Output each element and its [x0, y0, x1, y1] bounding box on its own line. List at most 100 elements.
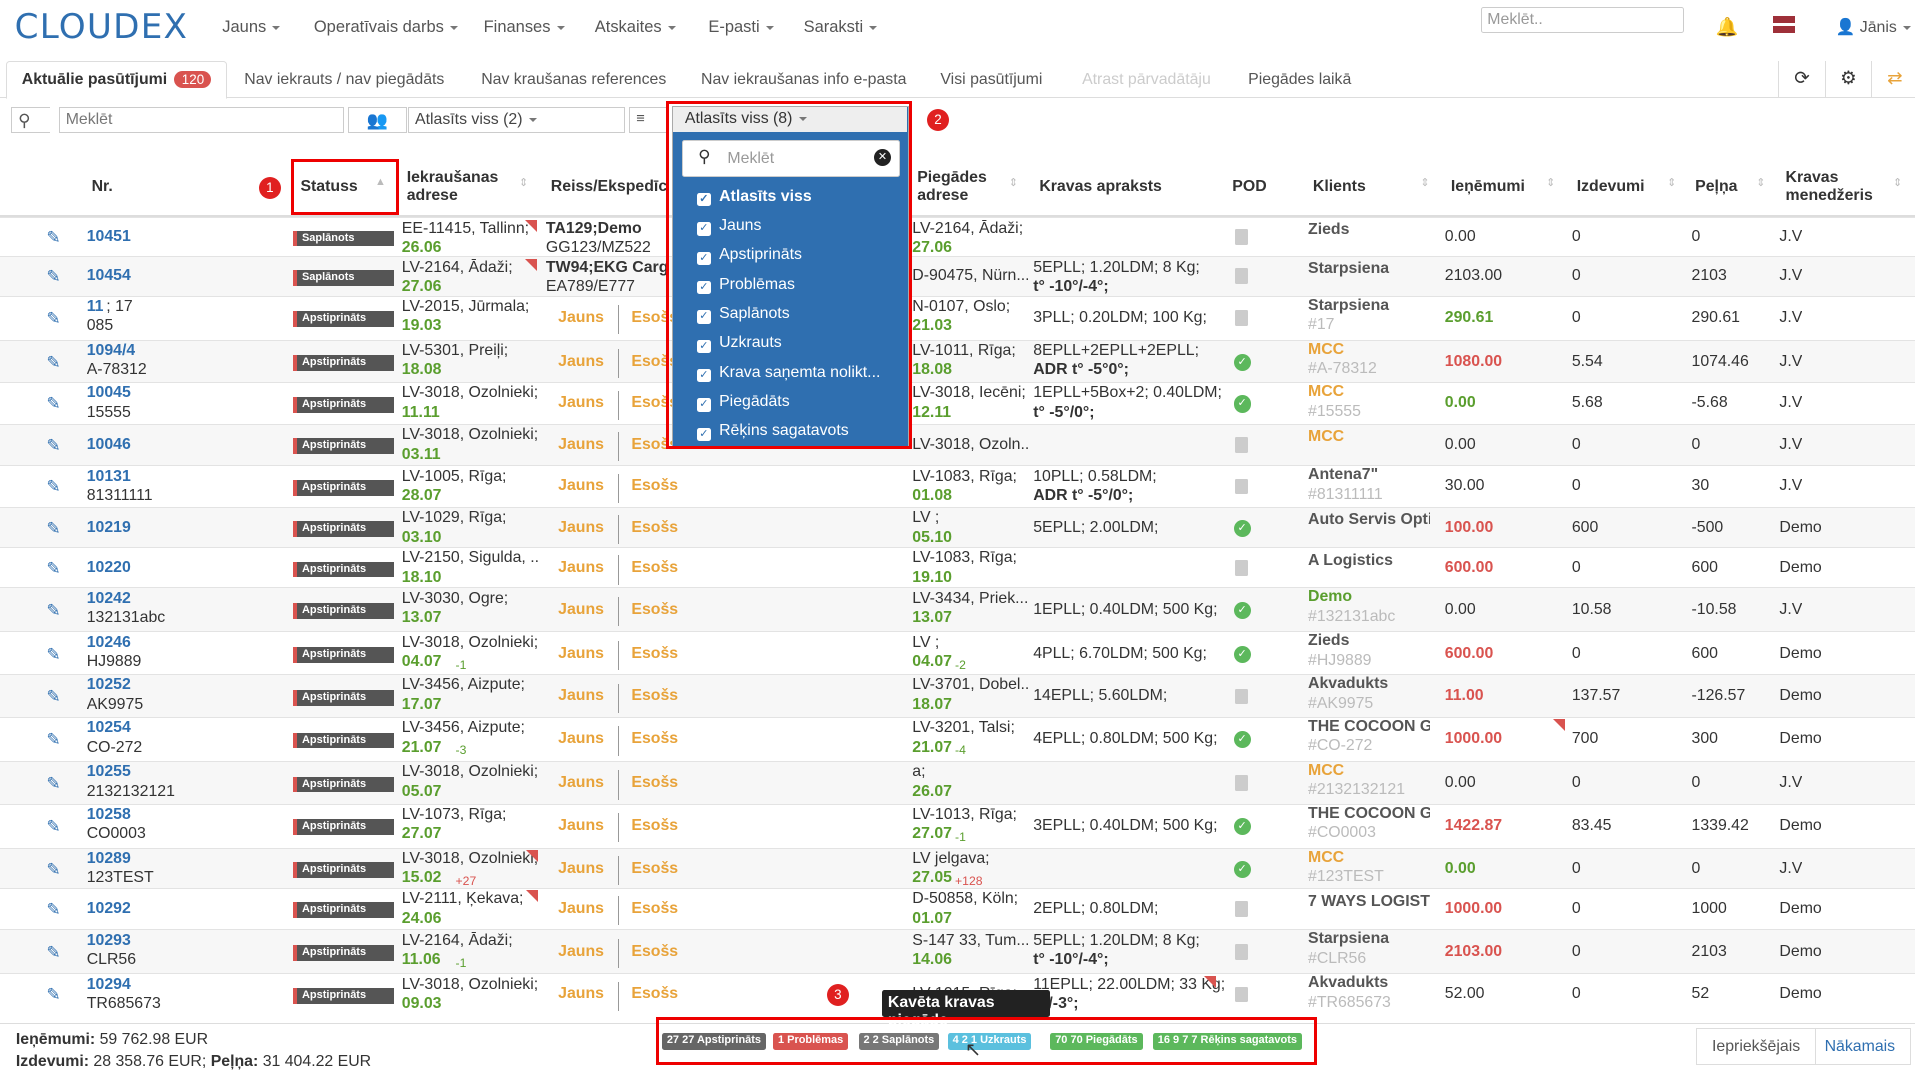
edit-icon[interactable]: ✎ [46, 730, 60, 750]
check-circle-icon[interactable]: ✓ [1233, 395, 1251, 413]
table-row[interactable]: ✎ 10289 123TEST Apstiprināts LV-3018, Ozolni… [0, 847, 1915, 888]
sort-icon[interactable]: ⇕ [1009, 176, 1018, 189]
client-name[interactable]: MCC [1308, 849, 1430, 867]
table-row[interactable]: ✎ 10246 HJ9889 Apstiprināts LV-3018, Ozolnie… [0, 631, 1915, 674]
comment-flag-icon[interactable] [525, 258, 538, 271]
trip-new-link[interactable]: Jauns [558, 687, 604, 705]
document-icon[interactable] [1234, 229, 1249, 246]
edit-icon[interactable]: ✎ [46, 601, 60, 621]
check-circle-icon[interactable]: ✓ [1233, 731, 1251, 749]
sort-icon[interactable]: ⇕ [1546, 176, 1555, 189]
order-number[interactable]: 10289 [87, 850, 131, 868]
edit-icon[interactable]: ✎ [46, 687, 60, 707]
trip-existing-link[interactable]: Esošs [631, 774, 678, 792]
refresh-icon[interactable]: ⟳ [1778, 61, 1824, 98]
trip-new-link[interactable]: Jauns [558, 900, 604, 918]
trip-existing-link[interactable]: Esošs [631, 985, 678, 1003]
check-circle-icon[interactable]: ✓ [1233, 520, 1251, 538]
menu-saraksti[interactable]: Saraksti [804, 18, 878, 37]
comment-flag-icon[interactable] [526, 890, 539, 902]
document-icon[interactable] [1234, 478, 1249, 495]
table-row[interactable]: ✎ 10454 Saplānots LV-2164, Ādaži; 27.06 TW94;… [0, 256, 1915, 296]
users-select[interactable]: Atlasīts viss (2) [407, 107, 626, 134]
order-number[interactable]: 10254 [87, 719, 131, 737]
document-icon[interactable] [1234, 688, 1249, 705]
trip-new-link[interactable]: Jauns [558, 730, 604, 748]
check-circle-icon[interactable]: ✓ [1233, 645, 1251, 663]
order-number[interactable]: 10252 [87, 676, 131, 694]
client-name[interactable]: MCC [1308, 383, 1430, 401]
client-name[interactable]: Starpsiena [1308, 930, 1430, 948]
next-button[interactable]: Nākamais [1809, 1028, 1911, 1065]
col-costs[interactable]: Izdevumi [1577, 178, 1645, 196]
edit-icon[interactable]: ✎ [46, 645, 60, 665]
tab-aktualie[interactable]: Aktuālie pasūtījumi 120 [6, 61, 228, 99]
search-input[interactable]: Meklēt [58, 107, 345, 134]
check-circle-icon[interactable]: ✓ [1233, 353, 1251, 372]
client-name[interactable]: MCC [1308, 762, 1430, 780]
check-circle-icon[interactable]: ✓ [1233, 818, 1251, 836]
trip-new-link[interactable]: Jauns [558, 601, 604, 619]
order-number[interactable]: 10294 [87, 976, 131, 994]
order-number[interactable]: 10246 [87, 634, 131, 652]
table-row[interactable]: ✎ 10258 CO0003 Apstiprināts LV-1073, Rīga; 27… [0, 803, 1915, 848]
edit-icon[interactable]: ✎ [46, 228, 60, 248]
table-row[interactable]: ✎ 11; 17 085 Apstiprināts LV-2015, Jūrmala; 1… [0, 295, 1915, 340]
tab-visi[interactable]: Visi pasūtījumi [940, 61, 1042, 98]
order-number[interactable]: 10454 [87, 267, 131, 285]
trip-existing-link[interactable]: Esošs [631, 559, 678, 577]
menu-epasti[interactable]: E-pasti [708, 18, 773, 37]
client-name[interactable]: Akvadukts [1308, 675, 1430, 693]
prev-button[interactable]: Iepriekšējais [1696, 1028, 1816, 1065]
edit-icon[interactable]: ✎ [46, 519, 60, 539]
order-number[interactable]: 1094/4 [87, 342, 136, 360]
table-row[interactable]: ✎ 10293 CLR56 Apstiprināts LV-2164, Ādaži; 11… [0, 929, 1915, 974]
trip-existing-link[interactable]: Esošs [631, 601, 678, 619]
sort-icon[interactable]: ⇕ [1756, 176, 1765, 189]
col-cargo[interactable]: Kravas apraksts [1039, 178, 1162, 196]
col-manager[interactable]: Kravas menedžeris [1786, 169, 1884, 206]
trip-existing-link[interactable]: Esošs [631, 645, 678, 663]
menu-finanses[interactable]: Finanses [484, 18, 565, 37]
edit-icon[interactable]: ✎ [46, 860, 60, 880]
col-nr[interactable]: Nr. [92, 178, 113, 196]
client-name[interactable]: Starpsiena [1308, 260, 1430, 278]
tab-nav-krausanas[interactable]: Nav kraušanas references [481, 61, 666, 98]
client-name[interactable]: Zieds [1308, 632, 1430, 650]
edit-icon[interactable]: ✎ [46, 817, 60, 837]
client-name[interactable]: MCC [1308, 341, 1430, 359]
edit-icon[interactable]: ✎ [46, 309, 60, 329]
order-number[interactable]: 11 [87, 298, 104, 316]
client-name[interactable]: THE COCOON G... [1308, 805, 1430, 823]
trip-new-link[interactable]: Jauns [558, 559, 604, 577]
trip-existing-link[interactable]: Esošs [631, 730, 678, 748]
order-number[interactable]: 10451 [87, 228, 131, 246]
tab-piegades-laika[interactable]: Piegādes laikā [1248, 61, 1351, 98]
swap-icon[interactable]: ⇄ [1871, 61, 1915, 98]
document-icon[interactable] [1234, 436, 1249, 453]
table-row[interactable]: ✎ 1094/4 A-78312 Apstiprināts LV-5301, Preiļ… [0, 339, 1915, 383]
order-number[interactable]: 10242 [87, 590, 131, 608]
edit-icon[interactable]: ✎ [46, 985, 60, 1005]
trip-new-link[interactable]: Jauns [558, 985, 604, 1003]
trip-existing-link[interactable]: Esošs [631, 860, 678, 878]
trip-new-link[interactable]: Jauns [558, 436, 604, 454]
edit-icon[interactable]: ✎ [46, 267, 60, 287]
trip-new-link[interactable]: Jauns [558, 645, 604, 663]
table-row[interactable]: ✎ 10292 Apstiprināts LV-2111, Ķekava; 24.06 J… [0, 887, 1915, 930]
trip-new-link[interactable]: Jauns [558, 394, 604, 412]
comment-flag-icon[interactable] [1553, 719, 1566, 731]
client-name[interactable]: MCC [1308, 428, 1430, 446]
comment-flag-icon[interactable] [525, 219, 538, 232]
trip-existing-link[interactable]: Esošs [631, 477, 678, 495]
order-number[interactable]: 10219 [87, 519, 131, 537]
table-row[interactable]: ✎ 10131 81311111 Apstiprināts LV-1005, Rīga;… [0, 465, 1915, 507]
client-name[interactable]: Demo [1308, 588, 1430, 606]
edit-icon[interactable]: ✎ [46, 353, 60, 373]
order-number[interactable]: 10220 [87, 559, 131, 577]
col-pod[interactable]: POD [1232, 178, 1266, 196]
document-icon[interactable] [1234, 943, 1249, 960]
table-row[interactable]: ✎ 10451 Saplānots EE-11415, Tallinn; 26.06 TA… [0, 217, 1915, 256]
table-row[interactable]: ✎ 10242 132131abc Apstiprināts LV-3030, Ogre… [0, 587, 1915, 632]
document-icon[interactable] [1234, 560, 1249, 577]
